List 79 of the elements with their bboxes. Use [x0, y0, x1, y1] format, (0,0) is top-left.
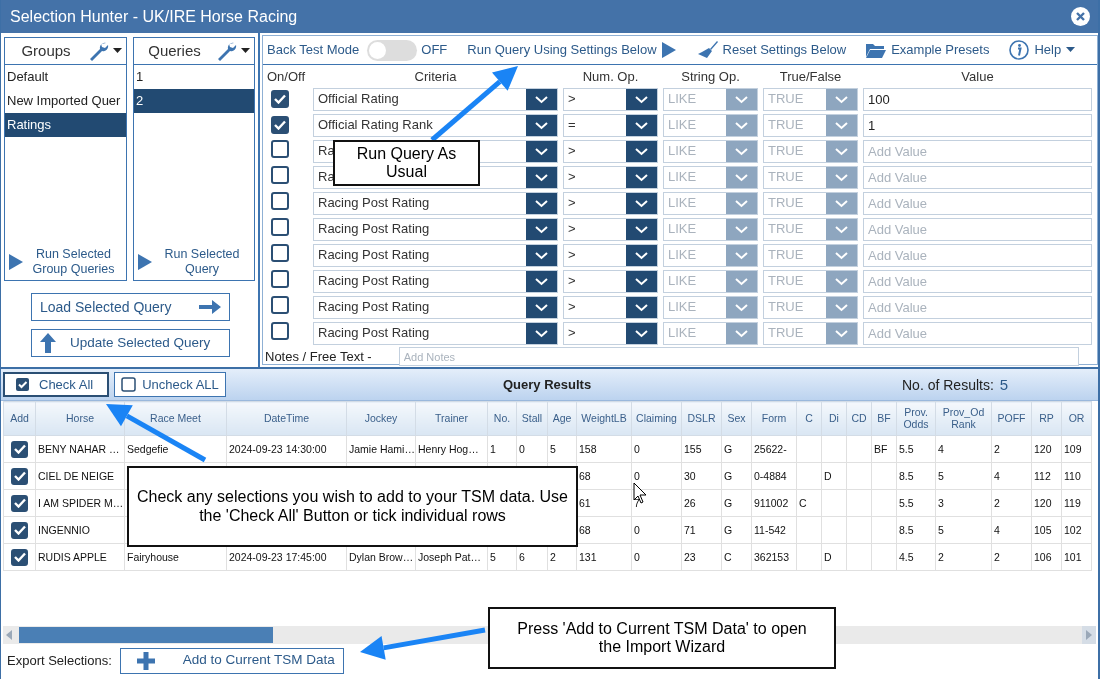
table-cell: G [721, 516, 752, 544]
table-cell: G [721, 435, 752, 463]
table-cell: 2 [991, 543, 1032, 571]
table-cell: 4.5 [896, 543, 936, 571]
table-cell: 158 [576, 435, 632, 463]
table-cell: Jamie Hami… [346, 435, 416, 463]
table-cell: BENY NAHAR … [35, 435, 125, 463]
column-header: On/Off [267, 68, 306, 84]
table-cell: 0 [631, 435, 682, 463]
table-cell: 120 [1031, 489, 1062, 517]
table-cell: 2 [991, 435, 1032, 463]
table-cell: 4 [991, 516, 1032, 544]
results-title: Query Results [503, 376, 592, 393]
table-cell: G [721, 462, 752, 490]
toggle-label: Back Test Mode [267, 42, 360, 58]
table-cell: 11-542 [751, 516, 797, 544]
table-cell: 109 [1061, 435, 1092, 463]
callout-tooltip: Check any selections you wish to add to your TSM data. Use the 'Check All' Button or tick individual rows [127, 466, 578, 547]
column-header: Num. Op. [582, 68, 639, 84]
table-cell: 110 [1061, 462, 1092, 490]
table-cell: 0-4884 [751, 462, 797, 490]
table-cell: I AM SPIDER M… [35, 489, 125, 517]
table-cell: 1 [487, 435, 517, 463]
table-cell: CIEL DE NEIGE [35, 462, 125, 490]
notes-label: Notes / Free Text - [265, 348, 372, 365]
table-cell: 71 [681, 516, 722, 544]
table-cell: 0 [631, 543, 682, 571]
table-cell: Henry Hog… [415, 435, 488, 463]
table-cell: 5.5 [896, 435, 936, 463]
table-cell: C [796, 489, 822, 517]
table-cell: 5.5 [896, 489, 936, 517]
table-cell: 119 [1061, 489, 1092, 517]
table-cell: 105 [1031, 516, 1062, 544]
table-cell: D [821, 543, 847, 571]
column-header: Criteria [414, 68, 457, 84]
table-cell: 8.5 [896, 516, 936, 544]
column-header: String Op. [681, 68, 740, 84]
table-cell: 101 [1061, 543, 1092, 571]
export-label: Export Selections: [7, 652, 112, 669]
table-cell: 5 [547, 435, 577, 463]
table-cell: 5 [935, 462, 992, 490]
window-title: Selection Hunter - UK/IRE Horse Racing [10, 6, 298, 27]
table-cell: 4 [935, 435, 992, 463]
table-cell: BF [871, 435, 897, 463]
table-cell: 112 [1031, 462, 1062, 490]
table-cell: 26 [681, 489, 722, 517]
table-cell: RUDIS APPLE [35, 543, 125, 571]
table-cell: 2 [935, 543, 992, 571]
table-cell: 106 [1031, 543, 1062, 571]
table-cell: Sedgefie [124, 435, 227, 463]
callout-tooltip: Press 'Add to Current TSM Data' to open the Import Wizard [488, 607, 836, 669]
table-cell: 102 [1061, 516, 1092, 544]
table-cell: 0 [631, 516, 682, 544]
table-cell: 120 [1031, 435, 1062, 463]
table-cell: 8.5 [896, 462, 936, 490]
table-cell: INGENNIO [35, 516, 125, 544]
table-cell: G [721, 489, 752, 517]
table-cell: 23 [681, 543, 722, 571]
table-cell: 155 [681, 435, 722, 463]
table-cell: 911002 [751, 489, 797, 517]
panel-title: Queries [147, 42, 202, 60]
table-cell: 30 [681, 462, 722, 490]
table-cell: 2 [991, 489, 1032, 517]
table-cell: 362153 [751, 543, 797, 571]
results-count: 5 [999, 375, 1009, 393]
table-cell: 3 [935, 489, 992, 517]
toggle-state: OFF [421, 42, 448, 58]
table-cell: C [721, 543, 752, 571]
callout-tooltip: Run Query As Usual [333, 140, 480, 186]
table-cell: 0 [516, 435, 548, 463]
results-count-label: No. of Results: [902, 376, 994, 393]
table-cell: 2024-09-23 14:30:00 [226, 435, 347, 463]
table-cell: 5 [935, 516, 992, 544]
table-cell: D [821, 462, 847, 490]
panel-title: Groups [20, 42, 72, 60]
table-cell: 25622- [751, 435, 797, 463]
column-header: True/False [779, 68, 842, 84]
table-cell: 4 [991, 462, 1032, 490]
column-header: Value [961, 68, 994, 84]
